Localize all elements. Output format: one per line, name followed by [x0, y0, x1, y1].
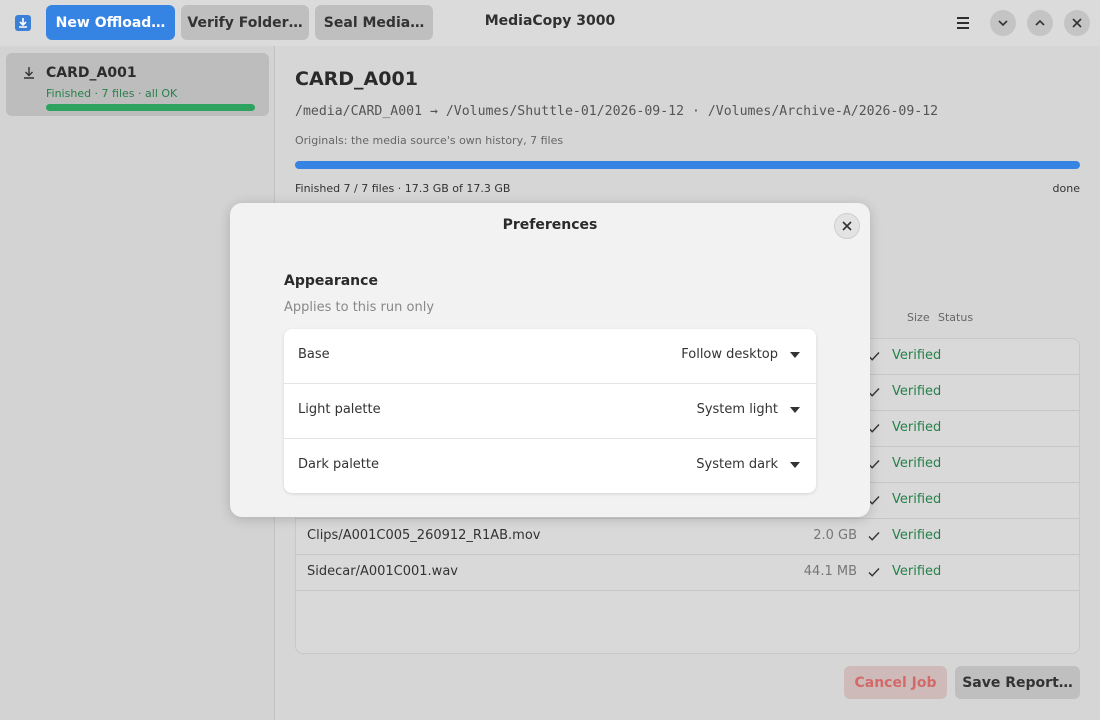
column-header-status: Status — [938, 311, 974, 324]
progress-text: Finished 7 / 7 files · 17.3 GB of 17.3 G… — [295, 182, 511, 195]
dialog-title: Preferences — [502, 217, 598, 233]
close-icon — [1072, 18, 1082, 28]
file-status: Verified — [892, 420, 942, 435]
chevron-up-icon — [1035, 19, 1045, 26]
job-paths: /media/CARD_A001 → /Volumes/Shuttle-01/2… — [295, 104, 939, 119]
header-bar: New Offload… Verify Folder… Seal Media… … — [0, 0, 1100, 46]
file-status: Verified — [892, 528, 942, 543]
seal-media-button[interactable]: Seal Media… — [315, 5, 433, 40]
dropdown-arrow-icon — [790, 461, 800, 468]
dropdown-arrow-icon — [790, 406, 800, 413]
dialog-close-button[interactable] — [834, 213, 860, 239]
file-status: Verified — [892, 564, 942, 579]
cancel-job-button[interactable]: Cancel Job — [844, 666, 947, 699]
file-name: Sidecar/A001C001.wav — [307, 564, 458, 579]
dropdown-value: Follow desktop — [681, 347, 778, 362]
file-status: Verified — [892, 492, 942, 507]
download-icon — [21, 65, 37, 81]
file-size: 2.0 GB — [813, 528, 857, 543]
checkmark-icon — [868, 568, 880, 577]
window-title: MediaCopy 3000 — [484, 13, 616, 29]
dark-palette-dropdown[interactable]: System dark — [696, 457, 800, 472]
preferences-list: Base Follow desktop Light palette System… — [284, 329, 816, 493]
close-window-button[interactable] — [1064, 10, 1090, 36]
column-header-size: Size — [907, 311, 930, 324]
table-row[interactable]: Clips/A001C005_260912_R1AB.mov 2.0 GB Ve… — [296, 519, 1079, 555]
progress-state: done — [1052, 182, 1080, 195]
pref-row-light-palette[interactable]: Light palette System light — [284, 384, 816, 439]
file-status: Verified — [892, 456, 942, 471]
minimize-button[interactable] — [990, 10, 1016, 36]
sidebar-job-item[interactable]: CARD_A001 Finished · 7 files · all OK — [6, 53, 269, 116]
section-title: Appearance — [284, 273, 378, 289]
base-dropdown[interactable]: Follow desktop — [681, 347, 800, 362]
pref-label: Base — [298, 347, 330, 362]
sidebar-job-name: CARD_A001 — [46, 65, 137, 81]
originals-note: Originals: the media source's own histor… — [295, 134, 564, 147]
hamburger-menu-icon[interactable] — [952, 12, 974, 34]
section-subtitle: Applies to this run only — [284, 300, 435, 315]
close-icon — [842, 221, 852, 231]
pref-label: Light palette — [298, 402, 381, 417]
pref-label: Dark palette — [298, 457, 380, 472]
maximize-button[interactable] — [1027, 10, 1053, 36]
page-title: CARD_A001 — [295, 68, 418, 90]
dropdown-value: System dark — [696, 457, 778, 472]
checkmark-icon — [868, 532, 880, 541]
file-name: Clips/A001C005_260912_R1AB.mov — [307, 528, 541, 543]
preferences-dialog: Preferences Appearance Applies to this r… — [230, 203, 870, 517]
download-app-icon — [15, 15, 31, 31]
job-progress-bar — [295, 161, 1080, 169]
dropdown-value: System light — [696, 402, 778, 417]
chevron-down-icon — [998, 20, 1008, 27]
file-status: Verified — [892, 348, 942, 363]
save-report-button[interactable]: Save Report… — [955, 666, 1080, 699]
table-row[interactable]: Sidecar/A001C001.wav 44.1 MB Verified — [296, 555, 1079, 591]
verify-folder-button[interactable]: Verify Folder… — [181, 5, 309, 40]
sidebar-job-progress-bar — [46, 104, 255, 111]
sidebar-job-status: Finished · 7 files · all OK — [46, 87, 178, 100]
new-offload-button[interactable]: New Offload… — [46, 5, 175, 40]
pref-row-dark-palette[interactable]: Dark palette System dark — [284, 439, 816, 494]
file-status: Verified — [892, 384, 942, 399]
light-palette-dropdown[interactable]: System light — [697, 402, 800, 417]
pref-row-base[interactable]: Base Follow desktop — [284, 329, 816, 384]
dropdown-arrow-icon — [790, 351, 800, 358]
file-size: 44.1 MB — [803, 564, 857, 579]
